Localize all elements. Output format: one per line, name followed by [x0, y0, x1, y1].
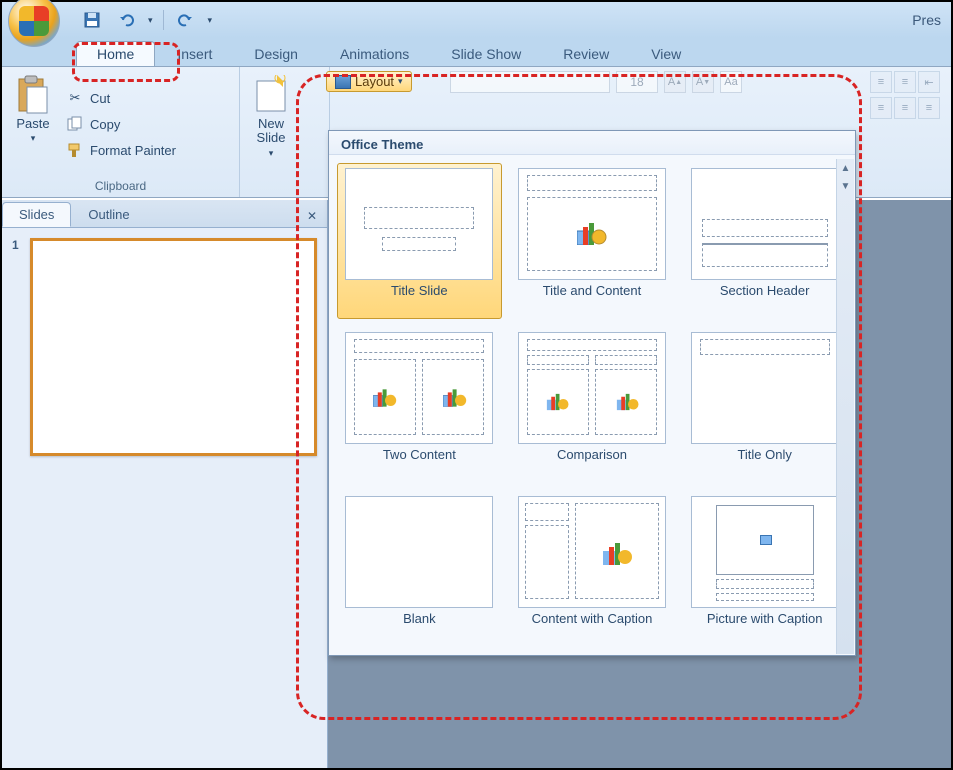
layout-two-content[interactable]: Two Content: [337, 327, 502, 483]
layout-caption: Content with Caption: [532, 612, 653, 642]
layout-preview: [345, 332, 493, 444]
layout-preview: [518, 168, 666, 280]
font-name-box[interactable]: [450, 71, 610, 93]
tab-animations[interactable]: Animations: [320, 42, 429, 66]
layout-preview: [691, 168, 839, 280]
thumbnail-list: 1: [2, 228, 327, 466]
title-bar: ▾ ▾ Pres: [2, 2, 951, 38]
panel-tab-outline[interactable]: Outline: [71, 202, 146, 227]
align-center-button[interactable]: ≡: [894, 97, 916, 119]
format-painter-button[interactable]: Format Painter: [62, 139, 180, 161]
tab-review[interactable]: Review: [543, 42, 629, 66]
format-painter-icon: [66, 141, 84, 159]
layout-button[interactable]: Layout ▾: [326, 71, 412, 92]
layout-caption: Title Slide: [391, 284, 448, 314]
scroll-up-icon[interactable]: ▲: [837, 159, 854, 177]
paste-button[interactable]: Paste ▾: [10, 71, 56, 177]
panel-tab-slides[interactable]: Slides: [2, 202, 71, 227]
tab-slideshow[interactable]: Slide Show: [431, 42, 541, 66]
window-title: Pres: [912, 12, 941, 28]
paste-dropdown-icon[interactable]: ▾: [31, 133, 36, 144]
slide-number: 1: [12, 238, 24, 456]
layout-caption: Blank: [403, 612, 436, 642]
layout-comparison[interactable]: Comparison: [510, 327, 675, 483]
undo-dropdown-icon[interactable]: ▾: [148, 15, 153, 26]
panel-close-button[interactable]: ✕: [297, 205, 327, 227]
layout-title-and-content[interactable]: Title and Content: [510, 163, 675, 319]
font-size-box[interactable]: 18: [616, 71, 658, 93]
align-left-button[interactable]: ≡: [870, 97, 892, 119]
slides-group-label: [248, 191, 321, 195]
ribbon-tabs: Home Insert Design Animations Slide Show…: [2, 38, 951, 66]
scissors-icon: ✂: [66, 89, 84, 107]
change-case-button[interactable]: Aa: [720, 71, 742, 93]
group-clipboard: Paste ▾ ✂ Cut Copy Form: [2, 67, 240, 197]
copy-label: Copy: [90, 117, 120, 132]
new-slide-label: New Slide: [257, 117, 286, 146]
cut-button[interactable]: ✂ Cut: [62, 87, 180, 109]
layout-caption: Title Only: [737, 448, 791, 478]
undo-icon[interactable]: [114, 8, 138, 32]
save-icon[interactable]: [80, 8, 104, 32]
layout-content-with-caption[interactable]: Content with Caption: [510, 491, 675, 647]
tab-design[interactable]: Design: [234, 42, 318, 66]
paste-icon: [15, 75, 51, 115]
layout-preview: [345, 168, 493, 280]
layout-caption: Two Content: [383, 448, 456, 478]
quick-access-toolbar: ▾ ▾: [80, 8, 212, 32]
tab-home[interactable]: Home: [76, 41, 155, 66]
layout-preview: [518, 332, 666, 444]
layout-gallery: Office Theme Title Slide Title and Conte…: [328, 130, 856, 656]
panel-tabs: Slides Outline ✕: [2, 200, 327, 228]
clipboard-group-label: Clipboard: [10, 177, 231, 195]
layout-caption: Section Header: [720, 284, 810, 314]
new-slide-button[interactable]: New Slide ▾: [248, 71, 294, 191]
layout-caption: Title and Content: [543, 284, 642, 314]
cut-label: Cut: [90, 91, 110, 106]
align-right-button[interactable]: ≡: [918, 97, 940, 119]
layout-preview: [691, 332, 839, 444]
slide-preview: [30, 238, 317, 456]
paste-label: Paste: [16, 117, 49, 131]
layout-dropdown-icon: ▾: [398, 76, 403, 87]
layout-title-slide[interactable]: Title Slide: [337, 163, 502, 319]
grow-font-button[interactable]: A▲: [664, 71, 686, 93]
new-slide-dropdown-icon[interactable]: ▾: [269, 148, 274, 159]
redo-icon[interactable]: [174, 8, 198, 32]
tab-view[interactable]: View: [631, 42, 701, 66]
numbering-button[interactable]: ≡: [894, 71, 916, 93]
new-slide-icon: [253, 75, 289, 115]
shrink-font-button[interactable]: A▼: [692, 71, 714, 93]
tab-insert[interactable]: Insert: [157, 42, 232, 66]
layout-caption: Picture with Caption: [707, 612, 823, 642]
slide-thumbnail[interactable]: 1: [12, 238, 317, 456]
layout-blank[interactable]: Blank: [337, 491, 502, 647]
font-size-value: 18: [630, 75, 643, 89]
gallery-scrollbar[interactable]: ▲ ▼: [836, 159, 854, 654]
format-painter-label: Format Painter: [90, 143, 176, 158]
layout-icon: [335, 75, 351, 89]
layout-caption: Comparison: [557, 448, 627, 478]
separator: [163, 10, 164, 30]
gallery-body: Title Slide Title and Content Section He…: [329, 155, 855, 655]
layout-picture-with-caption[interactable]: Picture with Caption: [682, 491, 847, 647]
layout-label: Layout: [355, 74, 394, 89]
copy-button[interactable]: Copy: [62, 113, 180, 135]
layout-title-only[interactable]: Title Only: [682, 327, 847, 483]
scroll-down-icon[interactable]: ▼: [837, 177, 854, 195]
copy-icon: [66, 115, 84, 133]
bullets-button[interactable]: ≡: [870, 71, 892, 93]
group-slides: New Slide ▾: [240, 67, 330, 197]
layout-section-header[interactable]: Section Header: [682, 163, 847, 319]
layout-preview: [691, 496, 839, 608]
decrease-indent-button[interactable]: ⇤: [918, 71, 940, 93]
layout-preview: [345, 496, 493, 608]
gallery-header: Office Theme: [329, 131, 855, 155]
layout-preview: [518, 496, 666, 608]
qat-customize-icon[interactable]: ▾: [208, 15, 213, 26]
slides-panel: Slides Outline ✕ 1: [2, 200, 328, 768]
